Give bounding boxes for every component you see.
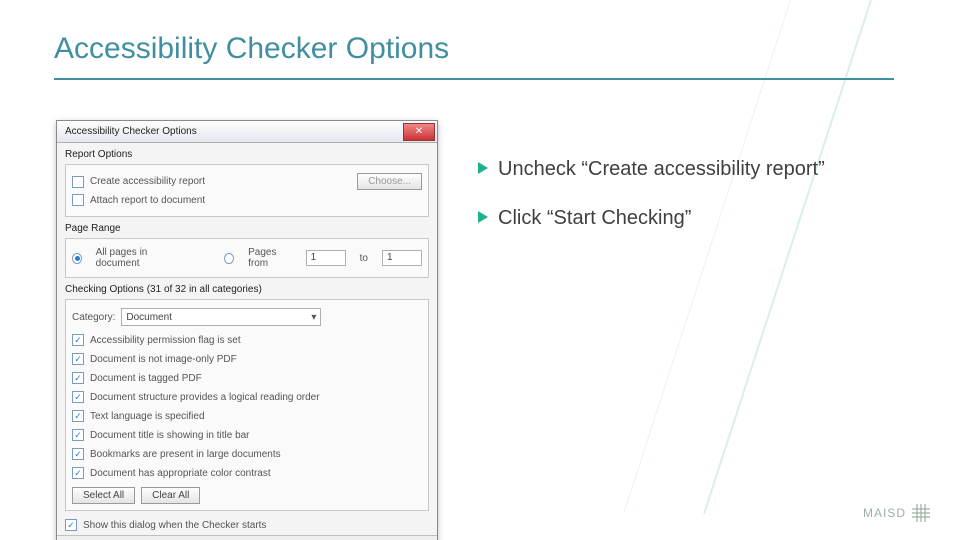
group-label: Report Options bbox=[65, 149, 429, 160]
radio-pages-from[interactable] bbox=[224, 253, 234, 264]
logo-icon bbox=[912, 504, 930, 522]
logo-text: MAISD bbox=[863, 506, 906, 520]
bullet-text: Uncheck “Create accessibility report” bbox=[498, 156, 825, 183]
option-label: Attach report to document bbox=[90, 195, 205, 206]
option-label: All pages in document bbox=[96, 247, 180, 269]
check-item-label: Document is tagged PDF bbox=[90, 373, 202, 384]
bullet-list: Uncheck “Create accessibility report” Cl… bbox=[478, 156, 848, 254]
accessibility-checker-dialog: Accessibility Checker Options ✕ Report O… bbox=[56, 120, 438, 540]
option-label: Show this dialog when the Checker starts bbox=[83, 520, 266, 531]
check-item-label: Accessibility permission flag is set bbox=[90, 335, 241, 346]
check-item-label: Text language is specified bbox=[90, 411, 205, 422]
check-item[interactable]: ✓ bbox=[72, 353, 84, 365]
category-label: Category: bbox=[72, 312, 115, 323]
footer-logo: MAISD bbox=[863, 504, 930, 522]
x-icon: ✕ bbox=[415, 126, 423, 137]
slide-title: Accessibility Checker Options bbox=[54, 32, 449, 66]
page-to-input[interactable]: 1 bbox=[382, 250, 422, 266]
select-value: Document bbox=[126, 312, 172, 323]
arrow-right-icon bbox=[478, 162, 488, 174]
checkbox-create-report[interactable] bbox=[72, 176, 84, 188]
page-from-input[interactable]: 1 bbox=[306, 250, 346, 266]
check-item-label: Document has appropriate color contrast bbox=[90, 468, 271, 479]
option-label: Pages from bbox=[248, 247, 292, 269]
check-item[interactable]: ✓ bbox=[72, 334, 84, 346]
check-item[interactable]: ✓ bbox=[72, 410, 84, 422]
bullet-item: Uncheck “Create accessibility report” bbox=[478, 156, 848, 183]
check-item-label: Document title is showing in title bar bbox=[90, 430, 250, 441]
arrow-right-icon bbox=[478, 211, 488, 223]
dialog-title: Accessibility Checker Options bbox=[65, 126, 197, 137]
to-label: to bbox=[360, 253, 368, 264]
chevron-down-icon: ▾ bbox=[311, 312, 316, 323]
check-item[interactable]: ✓ bbox=[72, 391, 84, 403]
group-label: Checking Options (31 of 32 in all catego… bbox=[65, 284, 429, 295]
check-item[interactable]: ✓ bbox=[72, 429, 84, 441]
bullet-text: Click “Start Checking” bbox=[498, 205, 691, 232]
bullet-item: Click “Start Checking” bbox=[478, 205, 848, 232]
choose-folder-button[interactable]: Choose... bbox=[357, 173, 422, 190]
check-item[interactable]: ✓ bbox=[72, 467, 84, 479]
close-button[interactable]: ✕ bbox=[403, 123, 435, 141]
check-item-label: Bookmarks are present in large documents bbox=[90, 449, 281, 460]
clear-all-button[interactable]: Clear All bbox=[141, 487, 200, 504]
option-label: Create accessibility report bbox=[90, 176, 205, 187]
checkbox-show-dialog[interactable]: ✓ bbox=[65, 519, 77, 531]
group-label: Page Range bbox=[65, 223, 429, 234]
title-underline bbox=[54, 78, 894, 80]
checkbox-attach-report[interactable] bbox=[72, 194, 84, 206]
check-item-label: Document is not image-only PDF bbox=[90, 354, 237, 365]
category-select[interactable]: Document ▾ bbox=[121, 308, 321, 326]
check-item[interactable]: ✓ bbox=[72, 372, 84, 384]
check-item-label: Document structure provides a logical re… bbox=[90, 392, 320, 403]
select-all-button[interactable]: Select All bbox=[72, 487, 135, 504]
radio-all-pages[interactable] bbox=[72, 253, 82, 264]
check-item[interactable]: ✓ bbox=[72, 448, 84, 460]
